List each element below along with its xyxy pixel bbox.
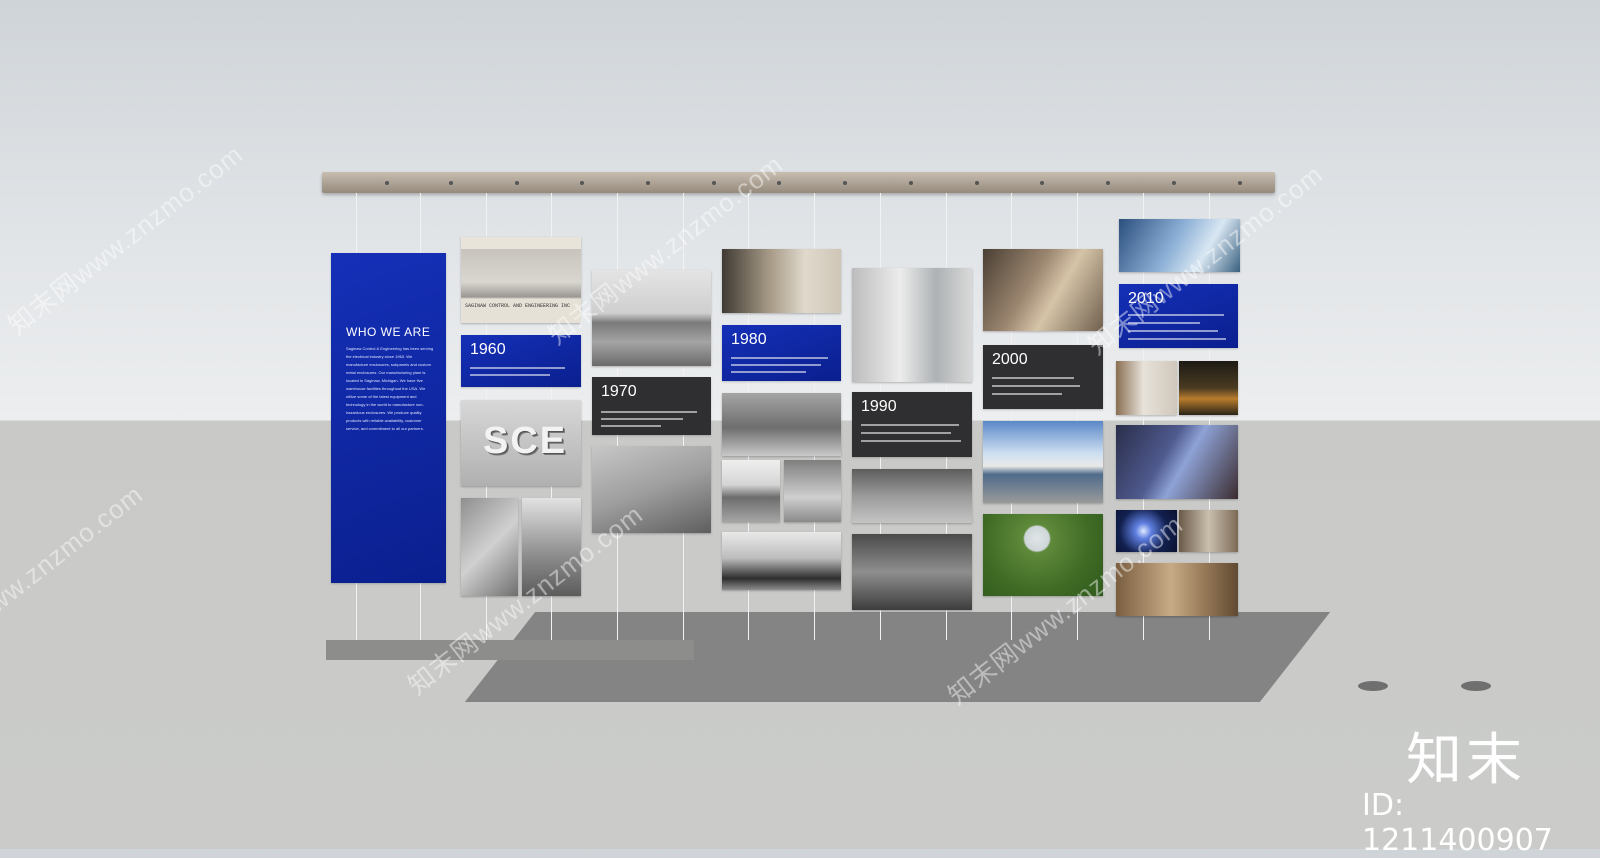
text-line (861, 424, 959, 426)
text-line (861, 432, 951, 434)
text-line (470, 374, 550, 376)
rail-bolt (515, 181, 519, 185)
who-we-are-title: WHO WE ARE (346, 325, 431, 339)
year-label: 1990 (861, 398, 897, 415)
floor-shadow-spot (1358, 681, 1388, 691)
text-line (601, 418, 683, 420)
night-facility-photo (1179, 361, 1238, 415)
rail-bolt (1172, 181, 1176, 185)
rail-bolt (449, 181, 453, 185)
who-we-are-body: Saginaw Control & Engineering has been s… (346, 346, 434, 431)
text-line (992, 385, 1080, 387)
building-exterior-photo (722, 460, 780, 522)
year-label: 1960 (470, 341, 506, 358)
text-line (861, 440, 961, 442)
text-line (1128, 338, 1226, 340)
rail-bolt (975, 181, 979, 185)
year-label: 1980 (731, 331, 767, 348)
storage-shelves-photo (983, 249, 1103, 331)
timeline-panel-1990: 1990 (852, 392, 972, 457)
bottom-rail (326, 640, 694, 660)
text-line (992, 377, 1074, 379)
image-id-label: ID: 1211400907 (1362, 788, 1553, 858)
text-line (470, 367, 565, 369)
text-line (601, 411, 697, 413)
year-label: 1970 (601, 383, 637, 400)
text-line (992, 393, 1062, 395)
truck-photo (722, 532, 841, 590)
timeline-panel-1980: 1980 (722, 325, 841, 381)
worker-photo (722, 249, 841, 313)
text-line (731, 357, 828, 359)
rail-bolt (909, 181, 913, 185)
timeline-panel-2000: 2000 (983, 345, 1103, 409)
rail-bolt (646, 181, 650, 185)
who-we-are-panel: WHO WE ARE Saginaw Control & Engineering… (331, 253, 446, 583)
brake-press-photo (852, 534, 972, 610)
sce-letters: SCE (483, 420, 568, 462)
rail-bolt (1040, 181, 1044, 185)
rail-bolt (1238, 181, 1242, 185)
text-line (601, 425, 661, 427)
warehouse-floor-photo (852, 469, 972, 523)
cabinet-photo (1116, 361, 1177, 415)
year-label: 2000 (992, 351, 1028, 368)
brand-logo: 知末 (1406, 728, 1526, 793)
equipment-room-photo (852, 268, 972, 382)
sce-sign-photo: SCE (461, 400, 581, 486)
machine-photo (461, 498, 518, 596)
watermark-text: 知末网www.znzmo.com (0, 478, 149, 681)
rail-bolt (580, 181, 584, 185)
floor-shadow-spot (1461, 681, 1491, 691)
shear-machine-photo (722, 393, 841, 456)
text-line (731, 371, 806, 373)
rail-bolt (843, 181, 847, 185)
top-rail (322, 172, 1275, 193)
warehouse-interior-photo (784, 460, 841, 522)
rail-bolt (385, 181, 389, 185)
text-line (731, 364, 821, 366)
watermark-text: 知末网www.znzmo.com (2, 138, 249, 341)
trucks-facility-photo (983, 421, 1103, 503)
timeline-panel-1970: 1970 (592, 377, 711, 435)
rail-bolt (1106, 181, 1110, 185)
plasma-cutter-photo (1116, 425, 1238, 499)
